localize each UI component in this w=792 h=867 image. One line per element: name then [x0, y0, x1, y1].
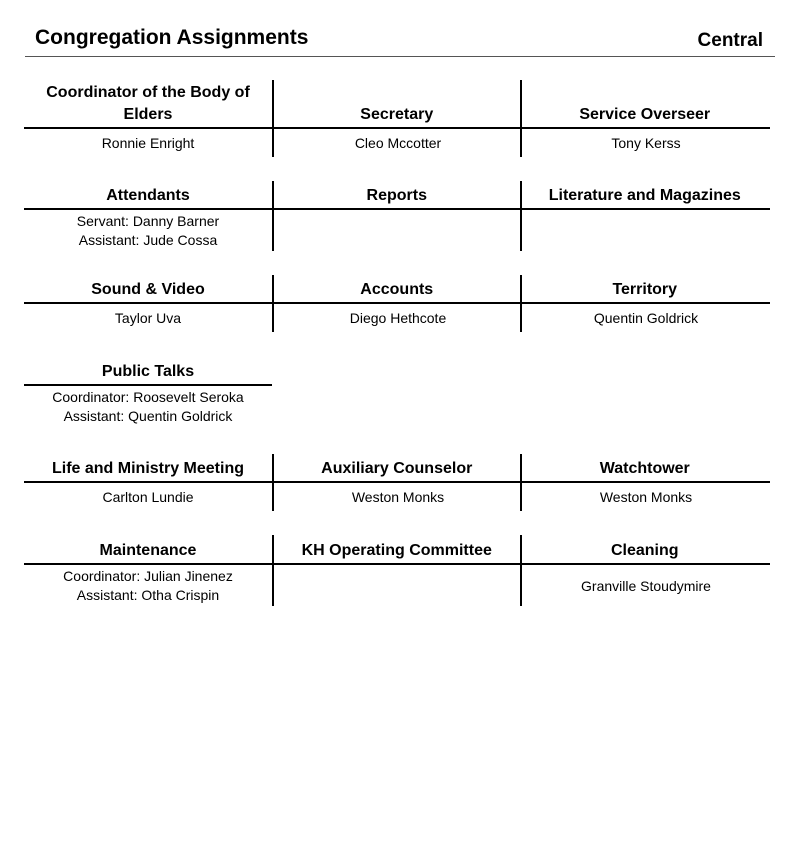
- assignment-cell: Territory Quentin Goldrick: [519, 275, 770, 332]
- assignment-cell: Coordinator of the Body of Elders Ronnie …: [24, 80, 272, 157]
- assignment-cell: Attendants Servant: Danny Barner Assistant…: [24, 181, 272, 251]
- assignment-cell: Life and Ministry Meeting Carlton Lundie: [24, 454, 272, 511]
- assignment-cell: Auxiliary Counselor Weston Monks: [271, 454, 522, 511]
- congregation-name: Central: [697, 30, 763, 51]
- assignment-cell: Service Overseer Tony Kerss: [519, 80, 770, 157]
- assignee-name: Weston Monks: [351, 489, 445, 505]
- assignment-cell: KH Operating Committee: [271, 535, 522, 606]
- assignment-title: Service Overseer: [519, 80, 770, 129]
- assignment-title: Cleaning: [519, 535, 770, 565]
- assignee-name: Carlton Lundie: [102, 489, 194, 505]
- assignee-name: Cleo Mccotter: [354, 135, 442, 151]
- assignment-body: Weston Monks: [274, 484, 522, 511]
- assignment-cell: Reports: [271, 181, 522, 251]
- assignment-row: Maintenance Coordinator: Julian Jinenez As…: [24, 535, 770, 606]
- assignee-name: Taylor Uva: [114, 310, 182, 326]
- assignment-row: Sound & Video Taylor Uva Accounts Diego Het…: [24, 275, 770, 332]
- assignment-row: Public Talks Coordinator: Roosevelt Serok…: [24, 356, 768, 427]
- assignment-cell: Watchtower Weston Monks: [519, 454, 770, 511]
- assignment-title: Public Talks: [24, 356, 272, 386]
- assignment-row: Life and Ministry Meeting Carlton Lundie A…: [24, 454, 770, 511]
- assignment-body: Weston Monks: [522, 484, 770, 511]
- assignment-cell: Maintenance Coordinator: Julian Jinenez As…: [24, 535, 272, 606]
- assignment-title: Literature and Magazines: [519, 181, 770, 210]
- assignment-cell: Public Talks Coordinator: Roosevelt Serok…: [24, 356, 272, 427]
- assignment-cell: Cleaning Granville Stoudymire: [519, 535, 770, 606]
- assignee-name: Coordinator: Julian Jinenez: [63, 568, 233, 584]
- assignee-name: Assistant: Quentin Goldrick: [63, 408, 233, 424]
- assignment-body: Taylor Uva: [24, 305, 272, 332]
- assignment-title: Sound & Video: [24, 275, 272, 304]
- assignee-name: Coordinator: Roosevelt Seroka: [52, 389, 244, 405]
- assignment-title: KH Operating Committee: [271, 535, 522, 565]
- assignment-body: Cleo Mccotter: [274, 130, 522, 157]
- assignment-row: Coordinator of the Body of Elders Ronnie …: [24, 80, 770, 157]
- assignment-cell: Secretary Cleo Mccotter: [271, 80, 522, 157]
- assignee-name: Quentin Goldrick: [593, 310, 699, 326]
- assignment-title: Reports: [271, 181, 522, 210]
- assignment-body: Diego Hethcote: [274, 305, 522, 332]
- assignee-name: Assistant: Otha Crispin: [76, 587, 220, 603]
- assignee-name: Granville Stoudymire: [581, 577, 711, 594]
- assignee-name: Diego Hethcote: [349, 310, 447, 326]
- assignment-body: Granville Stoudymire: [522, 566, 770, 606]
- assignment-cell: Sound & Video Taylor Uva: [24, 275, 272, 332]
- assignment-title: Maintenance: [24, 535, 272, 565]
- assignee-name: Servant: Danny Barner: [76, 213, 220, 229]
- assignee-name: Weston Monks: [599, 489, 693, 505]
- assignment-title: Territory: [519, 275, 770, 304]
- assignment-body: [522, 211, 770, 251]
- assignment-title: Coordinator of the Body of Elders: [24, 80, 272, 129]
- assignment-title: Attendants: [24, 181, 272, 210]
- assignment-row: Attendants Servant: Danny Barner Assistant…: [24, 181, 770, 251]
- assignment-body: Coordinator: Julian Jinenez Assistant: Ot…: [24, 566, 272, 606]
- assignment-cell: Accounts Diego Hethcote: [271, 275, 522, 332]
- assignment-title: Watchtower: [519, 454, 770, 483]
- assignment-body: [274, 211, 522, 251]
- assignment-body: Quentin Goldrick: [522, 305, 770, 332]
- assignment-body: Tony Kerss: [522, 130, 770, 157]
- page-title: Congregation Assignments: [35, 26, 309, 49]
- assignee-name: Tony Kerss: [611, 135, 681, 151]
- assignment-body: Coordinator: Roosevelt Seroka Assistant: …: [24, 387, 272, 427]
- assignment-title: Life and Ministry Meeting: [24, 454, 272, 483]
- assignment-body: Ronnie Enright: [24, 130, 272, 157]
- assignment-title: Auxiliary Counselor: [271, 454, 522, 483]
- page-header: Congregation Assignments Central: [25, 26, 775, 57]
- assignment-body: Servant: Danny Barner Assistant: Jude Cos…: [24, 211, 272, 251]
- assignment-body: Carlton Lundie: [24, 484, 272, 511]
- assignee-name: Assistant: Jude Cossa: [78, 232, 218, 248]
- assignment-body: [274, 566, 522, 606]
- assignment-title: Accounts: [271, 275, 522, 304]
- assignee-name: Ronnie Enright: [101, 135, 195, 151]
- assignment-title: Secretary: [271, 80, 522, 129]
- assignment-cell: Literature and Magazines: [519, 181, 770, 251]
